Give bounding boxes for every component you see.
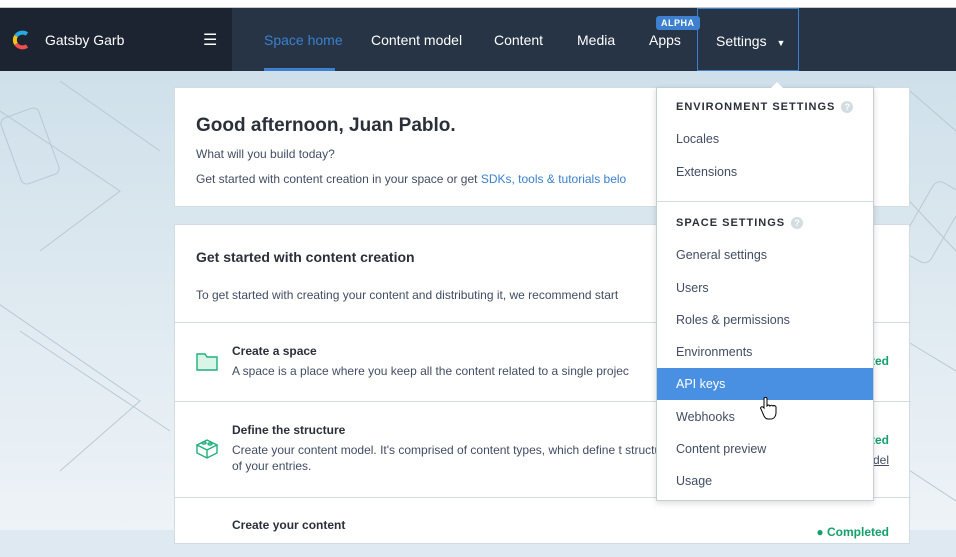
space-settings-header: SPACE SETTINGS? — [676, 217, 804, 229]
step-create-content: Create your content ● Completed — [175, 497, 911, 557]
step-description: A space is a place where you keep all th… — [232, 364, 629, 378]
sdks-link[interactable]: SDKs, tools & tutorials belo — [481, 172, 626, 186]
space-name: Gatsby Garb — [45, 32, 125, 48]
getting-started-intro: To get started with creating your conten… — [196, 288, 619, 302]
tab-content-model[interactable]: Content model — [371, 32, 462, 48]
contentful-logo-icon — [12, 30, 29, 50]
menu-item-roles-permissions[interactable]: Roles & permissions — [657, 304, 873, 336]
step-description: Create your content model. It's comprise… — [232, 443, 672, 473]
tab-media[interactable]: Media — [577, 32, 615, 48]
top-nav: Gatsby Garb ☰ Space home Content model C… — [0, 8, 956, 71]
tab-apps[interactable]: Apps — [649, 32, 681, 48]
menu-item-extensions[interactable]: Extensions — [657, 156, 873, 188]
menu-item-usage[interactable]: Usage — [657, 465, 873, 497]
folder-icon — [196, 353, 218, 371]
settings-dropdown: ENVIRONMENT SETTINGS? Locales Extensions… — [656, 82, 874, 501]
caret-down-icon: ▼ — [776, 38, 786, 48]
help-icon[interactable]: ? — [791, 217, 804, 229]
greeting-title: Good afternoon, Juan Pablo. — [196, 115, 456, 136]
header-text: ENVIRONMENT SETTINGS — [676, 101, 836, 113]
menu-item-locales[interactable]: Locales — [657, 123, 873, 155]
space-switcher[interactable]: Gatsby Garb ☰ — [0, 8, 232, 71]
welcome-body: Get started with content creation in you… — [196, 172, 626, 186]
getting-started-title: Get started with content creation — [196, 249, 415, 265]
hand-cursor-icon — [760, 396, 777, 420]
divider — [657, 201, 873, 202]
menu-item-content-preview[interactable]: Content preview — [657, 433, 873, 465]
dropdown-arrow — [771, 82, 783, 88]
menu-item-general-settings[interactable]: General settings — [657, 239, 873, 271]
welcome-subtitle: What will you build today? — [196, 147, 335, 161]
alpha-badge: ALPHA — [656, 16, 700, 30]
tab-settings[interactable]: Settings ▼ — [697, 8, 799, 71]
settings-label: Settings — [716, 33, 767, 49]
menu-item-users[interactable]: Users — [657, 272, 873, 304]
tab-content[interactable]: Content — [494, 32, 543, 48]
tab-space-home[interactable]: Space home — [264, 32, 343, 48]
environment-settings-header: ENVIRONMENT SETTINGS? — [676, 101, 854, 113]
step-title: Define the structure — [232, 423, 346, 437]
check-circle-icon: ● — [816, 525, 827, 539]
hamburger-menu-icon[interactable]: ☰ — [203, 30, 217, 50]
help-icon[interactable]: ? — [841, 101, 854, 113]
step-title: Create a space — [232, 344, 317, 358]
lego-brick-icon — [195, 439, 219, 459]
menu-item-environments[interactable]: Environments — [657, 336, 873, 368]
header-text: SPACE SETTINGS — [676, 217, 786, 229]
browser-strip — [0, 0, 956, 8]
step-status: ● Completed — [816, 525, 889, 539]
status-text: Completed — [826, 525, 889, 539]
welcome-body-text: Get started with content creation in you… — [196, 172, 481, 186]
